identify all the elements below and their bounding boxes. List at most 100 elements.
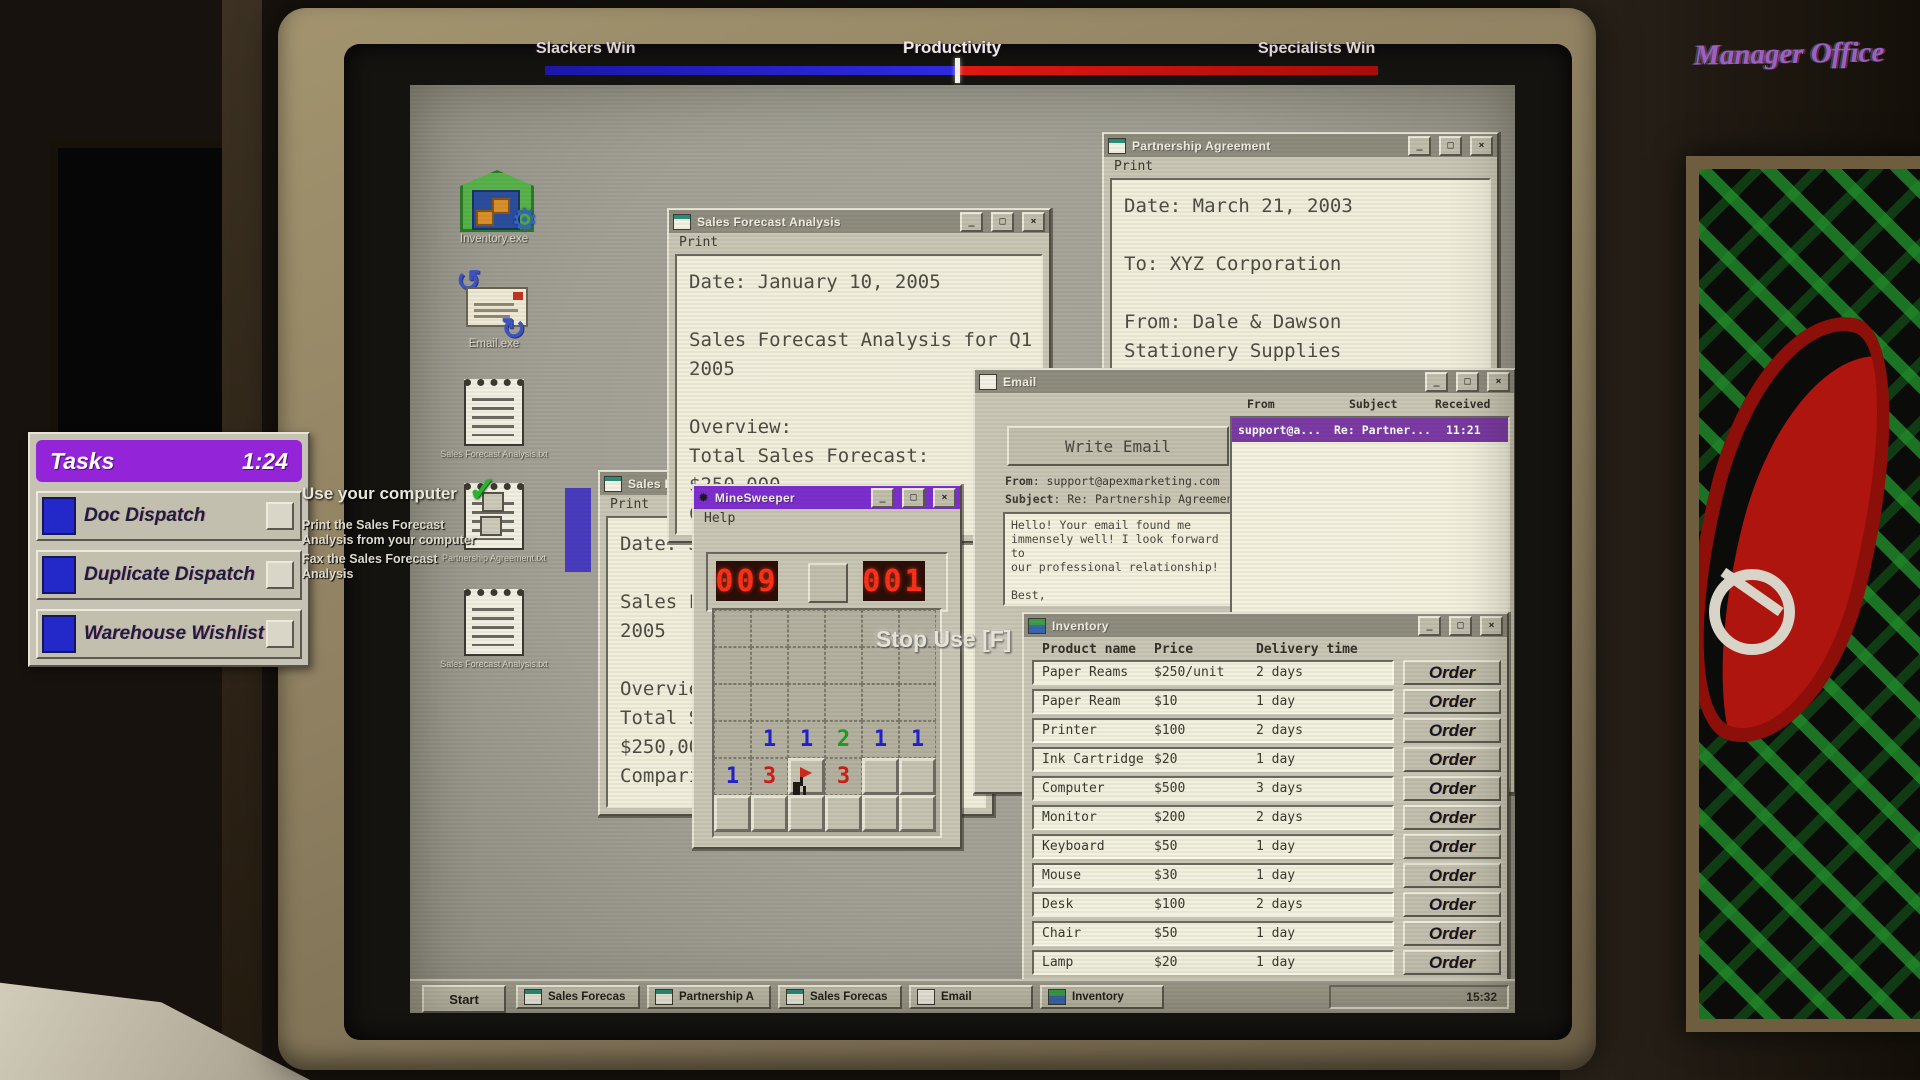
mine-cell-open[interactable] (825, 647, 862, 684)
write-email-button[interactable]: Write Email (1007, 426, 1229, 466)
mine-cell-hidden[interactable] (825, 795, 862, 832)
mine-cell-open[interactable] (825, 684, 862, 721)
start-button[interactable]: Start (422, 985, 506, 1013)
window-inventory[interactable]: Inventory _ □ × Product name Price Deliv… (1022, 612, 1509, 987)
mine-cell-hidden[interactable] (788, 795, 825, 832)
taskbar-button-partnership-a[interactable]: Partnership A (647, 985, 771, 1009)
maximize-button[interactable]: □ (902, 488, 925, 508)
mine-cell-open[interactable]: 2 (825, 721, 862, 758)
smiley-reset-button[interactable] (808, 563, 848, 603)
mine-cell-open[interactable] (788, 647, 825, 684)
mine-cell-open[interactable] (714, 721, 751, 758)
minimize-button[interactable]: _ (1425, 372, 1448, 392)
mine-cell-flag[interactable] (788, 758, 825, 795)
maximize-button[interactable]: □ (1456, 372, 1479, 392)
close-button[interactable]: × (1470, 136, 1493, 156)
order-button[interactable]: Order (1403, 747, 1501, 772)
order-button[interactable]: Order (1403, 660, 1501, 685)
minimize-button[interactable]: _ (871, 488, 894, 508)
help-menu[interactable]: Help (694, 509, 960, 533)
desktop-icon-email-exe[interactable]: ↺ ↻ Email.exe (432, 275, 556, 350)
mine-cell-open[interactable] (714, 684, 751, 721)
taskbar-button-email[interactable]: Email (909, 985, 1033, 1009)
mine-cell-hidden[interactable] (714, 795, 751, 832)
mine-cell-open[interactable] (899, 684, 936, 721)
desktop-icon-sales-doc-1[interactable]: Sales Forecast Analysis.txt (432, 379, 556, 459)
titlebar[interactable]: Email _ □ × (975, 370, 1514, 393)
mine-cell-hidden[interactable] (862, 758, 899, 795)
titlebar[interactable]: Inventory _ □ × (1024, 614, 1507, 637)
mine-cell-open[interactable]: 1 (899, 721, 936, 758)
taskbar-button-inventory[interactable]: Inventory (1040, 985, 1164, 1009)
mine-cell-open[interactable]: 1 (862, 721, 899, 758)
order-button[interactable]: Order (1403, 892, 1501, 917)
email-list-header-from: From (1247, 397, 1275, 411)
mine-cell-open[interactable] (825, 610, 862, 647)
minimize-button[interactable]: _ (960, 212, 983, 232)
order-button[interactable]: Order (1403, 863, 1501, 888)
mine-cell-open[interactable] (714, 610, 751, 647)
maximize-button[interactable]: □ (1449, 616, 1472, 636)
window-minesweeper[interactable]: ✹ MineSweeper _ □ × Help 009 001 1121113… (692, 484, 962, 849)
taskbar-button-sales-forecas[interactable]: Sales Forecas (516, 985, 640, 1009)
close-button[interactable]: × (933, 488, 956, 508)
product-name: Paper Ream (1034, 694, 1154, 709)
close-button[interactable]: × (1480, 616, 1503, 636)
maximize-button[interactable]: □ (1439, 136, 1462, 156)
order-button[interactable]: Order (1403, 689, 1501, 714)
tasks-timer: 1:24 (242, 448, 288, 475)
titlebar[interactable]: Partnership Agreement _ □ × (1104, 134, 1497, 157)
close-button[interactable]: × (1022, 212, 1045, 232)
gear-icon: ⚙ (511, 206, 538, 236)
order-button[interactable]: Order (1403, 776, 1501, 801)
order-button[interactable]: Order (1403, 950, 1501, 975)
task-checkbox[interactable] (266, 502, 294, 530)
order-button[interactable]: Order (1403, 718, 1501, 743)
mine-cell-open[interactable] (862, 684, 899, 721)
order-button[interactable]: Order (1403, 921, 1501, 946)
task-checkbox[interactable] (266, 561, 294, 589)
mine-cell-hidden[interactable] (751, 795, 788, 832)
document-line: Stationery Supplies (1124, 337, 1477, 366)
task-item-duplicate-dispatch[interactable]: Duplicate Dispatch (36, 550, 302, 600)
close-button[interactable]: × (1487, 372, 1510, 392)
desktop-icon-inventory-exe[interactable]: ⚙ Inventory.exe (432, 170, 556, 245)
taskbar-button-sales-forecas[interactable]: Sales Forecas (778, 985, 902, 1009)
mine-cell-open[interactable] (714, 647, 751, 684)
product-price: $50 (1154, 839, 1256, 854)
mine-cell-open[interactable]: 1 (788, 721, 825, 758)
mine-cell-open[interactable]: 1 (751, 721, 788, 758)
mine-cell-hidden[interactable] (899, 758, 936, 795)
task-item-doc-dispatch[interactable]: Doc Dispatch (36, 491, 302, 541)
mine-cell-open[interactable] (788, 684, 825, 721)
titlebar[interactable]: Sales Forecast Analysis _ □ × (669, 210, 1049, 233)
task-item-warehouse-wishlist[interactable]: Warehouse Wishlist (36, 609, 302, 659)
minimize-button[interactable]: _ (1408, 136, 1431, 156)
order-button[interactable]: Order (1403, 805, 1501, 830)
maximize-button[interactable]: □ (991, 212, 1014, 232)
product-price: $50 (1154, 926, 1256, 941)
titlebar[interactable]: ✹ MineSweeper _ □ × (694, 486, 960, 509)
mine-cell-open[interactable]: 3 (751, 758, 788, 795)
document-line: Date: March 21, 2003 (1124, 192, 1477, 221)
mine-cell-open[interactable] (751, 610, 788, 647)
product-name: Desk (1034, 897, 1154, 912)
minimize-button[interactable]: _ (1418, 616, 1441, 636)
mine-cell-hidden[interactable] (899, 795, 936, 832)
mine-cell-open[interactable]: 3 (825, 758, 862, 795)
inventory-row-bar: Desk$1002 days (1032, 892, 1394, 917)
taskbar[interactable]: Start Sales Forecas Partnership A Sales Fo… (410, 979, 1515, 1013)
email-list-row-selected[interactable]: support@a... Re: Partner... 11:21 (1232, 418, 1508, 442)
order-button[interactable]: Order (1403, 834, 1501, 859)
mine-cell-open[interactable] (751, 684, 788, 721)
desktop-icon-label: Sales Forecast Analysis.txt (432, 659, 556, 669)
document-line: To: XYZ Corporation (1124, 250, 1477, 279)
mine-cell-open[interactable]: 1 (714, 758, 751, 795)
mine-cell-open[interactable] (751, 647, 788, 684)
mine-cell-open[interactable] (788, 610, 825, 647)
task-checkbox[interactable] (266, 620, 294, 648)
bomb-icon: ✹ (698, 490, 709, 506)
task-hint-fax: Fax the Sales Forecast Analysis (302, 552, 437, 582)
desktop-icon-sales-doc-2[interactable]: Sales Forecast Analysis.txt (432, 589, 556, 669)
mine-cell-hidden[interactable] (862, 795, 899, 832)
